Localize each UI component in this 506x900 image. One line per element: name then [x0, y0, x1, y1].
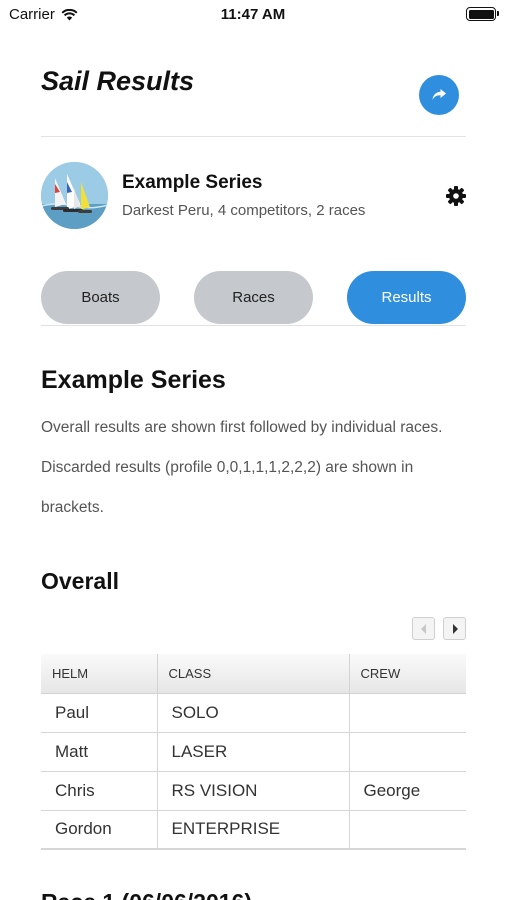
cell-class: RS VISION	[156, 770, 350, 811]
tab-results[interactable]: Results	[347, 271, 466, 324]
column-header-class[interactable]: CLASS	[156, 654, 350, 694]
cell-crew: George	[348, 770, 466, 811]
header-divider	[41, 136, 466, 137]
share-button[interactable]	[419, 75, 459, 115]
tab-races[interactable]: Races	[194, 271, 313, 324]
cell-crew	[348, 809, 466, 850]
cell-helm: Chris	[41, 770, 158, 811]
status-time: 11:47 AM	[220, 6, 286, 23]
tab-results-label: Results	[381, 289, 432, 306]
series-avatar	[41, 162, 108, 229]
gear-icon[interactable]	[445, 185, 467, 207]
table-header-row: HELM CLASS CREW	[41, 654, 466, 694]
results-description: Overall results are shown first followed…	[41, 419, 443, 516]
series-subtitle: Darkest Peru, 4 competitors, 2 races	[122, 202, 366, 219]
column-header-crew[interactable]: CREW	[348, 654, 466, 694]
chevron-right-icon	[452, 623, 458, 634]
table-row: Chris RS VISION George	[41, 770, 466, 811]
content-title: Example Series	[41, 366, 226, 394]
tab-boats-label: Boats	[81, 289, 120, 306]
race-1-heading: Race 1 (06/06/2016)	[41, 888, 466, 900]
cell-class: SOLO	[156, 692, 350, 733]
tabs-divider	[41, 325, 466, 326]
battery-icon	[466, 7, 499, 21]
table-row: Matt LASER	[41, 731, 466, 772]
share-arrow-icon	[432, 89, 446, 100]
column-header-helm[interactable]: HELM	[41, 654, 158, 694]
app-title: Sail Results	[41, 66, 195, 96]
table-row: Paul SOLO	[41, 692, 466, 733]
cell-class: ENTERPRISE	[156, 809, 350, 850]
cell-helm: Gordon	[41, 809, 158, 850]
cell-crew	[348, 731, 466, 772]
series-name: Example Series	[122, 172, 263, 193]
scroll-left-button[interactable]	[412, 617, 435, 640]
cell-helm: Matt	[41, 731, 158, 772]
table-row: Gordon ENTERPRISE	[41, 809, 466, 850]
overall-results-table: HELM CLASS CREW Paul SOLO Matt LASER Chr…	[41, 654, 466, 850]
chevron-left-icon	[420, 623, 426, 634]
cell-helm: Paul	[41, 692, 158, 733]
tab-boats[interactable]: Boats	[41, 271, 160, 324]
tab-races-label: Races	[232, 289, 275, 306]
cell-crew	[348, 692, 466, 733]
overall-heading: Overall	[41, 568, 119, 594]
scroll-right-button[interactable]	[443, 617, 466, 640]
cell-class: LASER	[156, 731, 350, 772]
status-bar: Carrier 11:47 AM	[0, 0, 506, 30]
